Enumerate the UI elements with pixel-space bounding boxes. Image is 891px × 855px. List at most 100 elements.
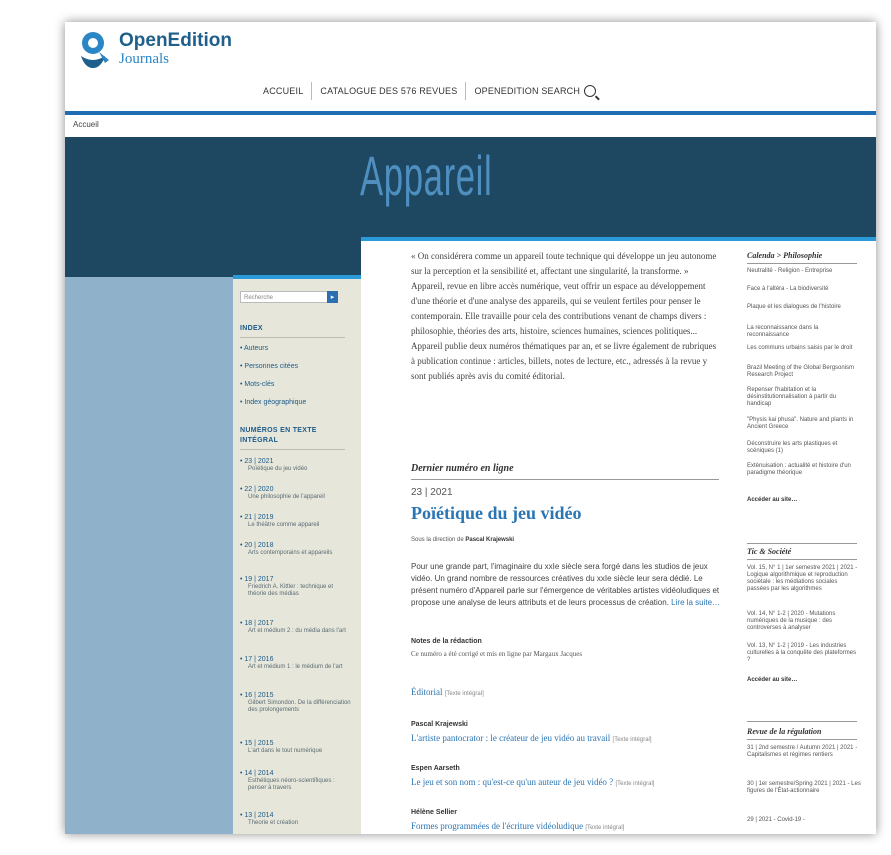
issue-item[interactable]: • 15 | 2015 L'art dans le tout numérique — [240, 739, 352, 755]
issue-item[interactable]: • 16 | 2015 Gilbert Simondon. De la diffé… — [240, 691, 352, 714]
toc-title: Formes programmées de l'écriture vidéolu… — [411, 821, 584, 831]
issue-number: • 23 | 2021 — [240, 458, 274, 465]
ticsociete-heading[interactable]: Tic & Société — [747, 547, 791, 556]
nav-search-label: OPENEDITION SEARCH — [474, 86, 581, 96]
search-icon — [584, 85, 597, 97]
toc-title: L'artiste pantocrator : le créateur de j… — [411, 733, 611, 743]
toc-entry[interactable]: Formes programmées de l'écriture vidéolu… — [411, 821, 624, 831]
issue-item[interactable]: • 22 | 2020 Une philosophie de l'appareil — [240, 485, 352, 501]
regulation-item[interactable]: 30 | 1er semestre/Spring 2021 | 2021 - L… — [747, 781, 861, 795]
toc-entry[interactable]: L'artiste pantocrator : le créateur de j… — [411, 733, 652, 743]
calenda-item[interactable]: La reconnaissance dans la reconnaissance — [747, 325, 861, 339]
read-more-link[interactable]: Lire la suite… — [671, 598, 720, 607]
issue-number: • 19 | 2017 — [240, 576, 274, 583]
search-input[interactable]: Recherche — [240, 291, 330, 303]
issue-title-link[interactable]: Poïétique du jeu vidéo — [411, 503, 582, 524]
index-link-geo[interactable]: • Index géographique — [240, 399, 306, 406]
right-sidebar: Calenda > Philosophie Neutralité - Relig… — [735, 241, 876, 834]
numbers-heading-2: INTÉGRAL — [240, 437, 279, 444]
presentation-paragraph: Appareil publie deux numéros thématiques… — [411, 341, 717, 381]
toc-fulltext-tag: [Texte intégral] — [615, 781, 655, 787]
ticsociete-item[interactable]: Vol. 14, N° 1-2 | 2020 - Mutations numér… — [747, 611, 861, 632]
nav-accueil[interactable]: ACCUEIL — [255, 83, 311, 99]
issue-item[interactable]: • 13 | 2014 Theorie et création — [240, 811, 352, 827]
issue-item[interactable]: • 17 | 2016 Art et médium 1 : le médium d… — [240, 655, 352, 671]
calenda-item[interactable]: Déconstruire les arts plastiques et scén… — [747, 441, 861, 455]
ticsociete-more-link[interactable]: Accéder au site… — [747, 677, 797, 683]
regulation-item[interactable]: 29 | 2021 - Covid-19 - — [747, 817, 861, 824]
toc-fulltext-tag: [Texte intégral] — [612, 737, 652, 743]
issue-item[interactable]: • 19 | 2017 Friedrich A. Kittler : techni… — [240, 575, 352, 598]
breadcrumb: Accueil — [65, 115, 876, 138]
issue-title: Art et médium 1 : le médium de l'art — [248, 664, 343, 670]
breadcrumb-home-link[interactable]: Accueil — [73, 120, 99, 129]
issue-title: Poïétique du jeu vidéo — [248, 466, 308, 472]
ticsociete-item[interactable]: Vol. 15, N° 1 | 1er semestre 2021 | 2021… — [747, 565, 861, 593]
editor-notes-heading: Notes de la rédaction — [411, 638, 482, 645]
issue-item[interactable]: • 18 | 2017 Art et médium 2 : du média da… — [240, 619, 352, 635]
calenda-heading[interactable]: Calenda > Philosophie — [747, 251, 822, 260]
calenda-item[interactable]: Brazil Meeting of the Global Bergsonism … — [747, 365, 861, 379]
toc-title: Le jeu et son nom : qu'est-ce qu'un aute… — [411, 777, 614, 787]
divider — [747, 721, 857, 722]
index-link-motscles[interactable]: • Mots-clés — [240, 381, 274, 388]
divider — [411, 479, 719, 480]
journal-title[interactable]: Appareil — [360, 143, 492, 208]
calenda-item[interactable]: Neutralité - Religion - Entreprise — [747, 268, 861, 275]
nav-search[interactable]: OPENEDITION SEARCH — [466, 83, 604, 99]
calenda-item[interactable]: Face à l'altéra - La biodiversité — [747, 286, 861, 293]
regulation-item[interactable]: 31 | 2nd semestre / Autumn 2021 | 2021 -… — [747, 745, 861, 759]
toc-entry[interactable]: Le jeu et son nom : qu'est-ce qu'un aute… — [411, 777, 654, 787]
issue-title: Arts contemporains et appareils — [248, 550, 333, 556]
divider — [747, 263, 857, 264]
index-link-auteurs[interactable]: • Auteurs — [240, 345, 268, 352]
issue-number: • 16 | 2015 — [240, 692, 274, 699]
calenda-item[interactable]: Exténuisation : actualité et histoire d'… — [747, 463, 861, 477]
ticsociete-item[interactable]: Vol. 13, N° 1-2 | 2019 - Les industries … — [747, 643, 861, 664]
nav-catalogue[interactable]: CATALOGUE DES 576 REVUES — [312, 83, 465, 99]
issue-number: • 17 | 2016 — [240, 656, 274, 663]
page-background — [65, 277, 233, 834]
search-submit-button[interactable]: ▸ — [327, 291, 338, 303]
calenda-item[interactable]: "Physis kai phusa". Nature and plants in… — [747, 417, 861, 431]
issue-title: Une philosophie de l'appareil — [248, 494, 325, 500]
issue-number: • 13 | 2014 — [240, 812, 274, 819]
issue-title: Theorie et création — [248, 820, 299, 826]
issue-number: • 15 | 2015 — [240, 740, 274, 747]
main-nav: ACCUEIL CATALOGUE DES 576 REVUES OPENEDI… — [255, 80, 604, 102]
last-issue-heading: Dernier numéro en ligne — [411, 463, 514, 474]
calenda-more-link[interactable]: Accéder au site… — [747, 497, 797, 503]
divider — [747, 739, 857, 740]
direction-label: Sous la direction de — [411, 537, 464, 543]
issue-item[interactable]: • 20 | 2018 Arts contemporains et apparei… — [240, 541, 352, 557]
divider — [747, 543, 857, 544]
regulation-heading[interactable]: Revue de la régulation — [747, 727, 821, 736]
issue-title: L'art dans le tout numérique — [248, 748, 323, 754]
index-link-personnes[interactable]: • Personnes citées — [240, 363, 298, 370]
site-logo[interactable]: OpenEdition Journals — [79, 28, 279, 74]
logo-title: OpenEdition — [119, 30, 232, 51]
toc-author[interactable]: Espen Aarseth — [411, 765, 460, 772]
issue-direction: Sous la direction de Pascal Krajewski — [411, 537, 514, 543]
browser-window: OpenEdition Journals ACCUEIL CATALOGUE D… — [65, 22, 876, 834]
toc-fulltext-tag: [Texte intégral] — [585, 825, 625, 831]
issue-item[interactable]: • 14 | 2014 Esthétiques néoro-scientifiqu… — [240, 769, 352, 792]
issue-item[interactable]: • 23 | 2021 Poïétique du jeu vidéo — [240, 457, 352, 473]
divider — [240, 337, 345, 338]
left-sidebar: Recherche ▸ INDEX • Auteurs • Personnes … — [233, 275, 361, 834]
toc-title: Éditorial — [411, 687, 443, 697]
issue-abstract: Pour une grande part, l'imaginaire du xx… — [411, 561, 723, 609]
toc-author[interactable]: Pascal Krajewski — [411, 721, 468, 728]
toc-entry[interactable]: Éditorial [Texte intégral] — [411, 687, 484, 697]
toc-author[interactable]: Hélène Sellier — [411, 809, 457, 816]
editor-notes-text: Ce numéro a été corrigé et mis en ligne … — [411, 650, 583, 658]
divider — [747, 559, 857, 560]
numbers-heading: NUMÉROS EN TEXTE — [240, 427, 317, 434]
issue-number: • 22 | 2020 — [240, 486, 274, 493]
presentation-paragraph: « On considérera comme un appareil toute… — [411, 251, 717, 336]
calenda-item[interactable]: Les communs urbains saisis par le droit — [747, 345, 861, 352]
calenda-item[interactable]: Repenser l'habitation et la désinstituti… — [747, 387, 861, 408]
issue-number: • 14 | 2014 — [240, 770, 274, 777]
calenda-item[interactable]: Plaque et les dialogues de l'histoire — [747, 304, 861, 311]
issue-item[interactable]: • 21 | 2019 Le théâtre comme appareil — [240, 513, 352, 529]
